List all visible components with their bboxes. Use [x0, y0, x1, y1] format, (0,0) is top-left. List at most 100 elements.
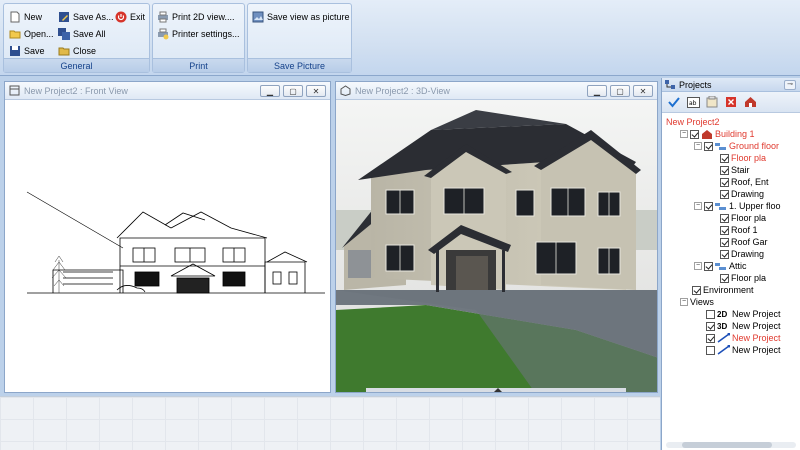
- maximize-button[interactable]: ▢: [283, 85, 303, 97]
- tree-item-ground-floor[interactable]: − Ground floor: [662, 140, 800, 152]
- printer-settings-button[interactable]: Printer settings...: [157, 26, 240, 41]
- tree-item-ground-drawing[interactable]: Drawing: [662, 188, 800, 200]
- attic-label: Attic: [729, 261, 747, 271]
- tree-item-label: Stair: [731, 165, 750, 175]
- 3d-view-canvas[interactable]: [336, 100, 657, 392]
- tree-item-roof-ent[interactable]: Roof, Ent: [662, 176, 800, 188]
- printer-settings-icon: [158, 28, 169, 39]
- view-checkbox[interactable]: [706, 309, 715, 319]
- front-view-titlebar[interactable]: New Project2 : Front View ▁ ▢ ✕: [5, 82, 330, 100]
- tree-item-upper-floor-plan[interactable]: Floor pla: [662, 212, 800, 224]
- maximize-button[interactable]: ▢: [610, 85, 630, 97]
- item-checkbox[interactable]: [720, 153, 729, 163]
- collapse-icon[interactable]: −: [680, 130, 688, 138]
- tree-item-stair[interactable]: Stair: [662, 164, 800, 176]
- item-checkbox[interactable]: [720, 165, 729, 175]
- building-label: Building 1: [715, 129, 755, 139]
- ribbon-group-print-caption: Print: [153, 58, 244, 72]
- collapse-icon[interactable]: −: [680, 298, 688, 306]
- projects-icon: [665, 79, 675, 89]
- front-view-title: New Project2 : Front View: [24, 85, 128, 96]
- tree-item-attic-plan[interactable]: Floor pla: [662, 272, 800, 284]
- tree-item-environment[interactable]: Environment: [662, 284, 800, 296]
- save-all-button[interactable]: Save All: [58, 26, 106, 41]
- pin-button[interactable]: ⊸: [784, 80, 796, 90]
- tree-item-view-2d[interactable]: 2D New Project: [662, 308, 800, 320]
- picture-icon: [252, 11, 264, 22]
- item-checkbox[interactable]: [720, 249, 729, 259]
- front-view-canvas[interactable]: [5, 100, 330, 392]
- 3d-house-render: [336, 100, 657, 392]
- environment-label: Environment: [703, 285, 754, 295]
- save-all-icon: [58, 27, 70, 40]
- tree-item-project[interactable]: New Project2: [662, 116, 800, 128]
- tree-item-view-section[interactable]: New Project: [662, 344, 800, 356]
- print-2d-view-button[interactable]: Print 2D view....: [157, 9, 235, 24]
- 3d-view-titlebar[interactable]: New Project2 : 3D-View ▁ ▢ ✕: [336, 82, 657, 100]
- tree-item-views[interactable]: − Views: [662, 296, 800, 308]
- tree-item-upper-drawing[interactable]: Drawing: [662, 248, 800, 260]
- tree-item-upper-floor[interactable]: − 1. Upper floo: [662, 200, 800, 212]
- ground-floor-label: Ground floor: [729, 141, 780, 151]
- close-window-button[interactable]: ✕: [633, 85, 653, 97]
- minimize-button[interactable]: ▁: [587, 85, 607, 97]
- upper-floor-label: 1. Upper floo: [729, 201, 781, 211]
- item-checkbox[interactable]: [720, 213, 729, 223]
- view-type-tag: 3D: [717, 321, 728, 331]
- properties-tool-button[interactable]: [705, 95, 719, 109]
- tree-item-label: Drawing: [731, 189, 765, 199]
- maximize-icon: ▢: [289, 86, 297, 96]
- view-checkbox[interactable]: [706, 321, 715, 331]
- ground-floor-checkbox[interactable]: [704, 141, 713, 151]
- item-checkbox[interactable]: [720, 177, 729, 187]
- item-checkbox[interactable]: [720, 225, 729, 235]
- tree-item-building[interactable]: − Building 1: [662, 128, 800, 140]
- upper-floor-checkbox[interactable]: [704, 201, 713, 211]
- tree-item-attic[interactable]: − Attic: [662, 260, 800, 272]
- check-tool-button[interactable]: [667, 95, 681, 109]
- 3d-view-window[interactable]: New Project2 : 3D-View ▁ ▢ ✕: [335, 81, 658, 393]
- item-checkbox[interactable]: [720, 237, 729, 247]
- save-button[interactable]: Save: [9, 43, 45, 58]
- view-checkbox[interactable]: [706, 333, 715, 343]
- tree-item-label: Floor pla: [731, 213, 767, 223]
- floor-stack-icon: [715, 142, 726, 150]
- save-view-as-picture-button[interactable]: Save view as picture: [252, 9, 350, 24]
- close-folder-icon: [58, 47, 70, 55]
- scrollbar-thumb[interactable]: [682, 442, 772, 448]
- close-icon: ✕: [312, 86, 320, 96]
- close-button[interactable]: Close: [58, 43, 96, 58]
- minimize-button[interactable]: ▁: [260, 85, 280, 97]
- building-checkbox[interactable]: [690, 129, 699, 139]
- environment-checkbox[interactable]: [692, 285, 701, 295]
- front-view-window[interactable]: New Project2 : Front View ▁ ▢ ✕: [4, 81, 331, 393]
- tree-item-roof-gar[interactable]: Roof Gar: [662, 236, 800, 248]
- attic-checkbox[interactable]: [704, 261, 713, 271]
- add-building-tool-button[interactable]: [743, 95, 757, 109]
- workspace-background: [0, 396, 660, 450]
- tree-item-view-elevation[interactable]: New Project: [662, 332, 800, 344]
- item-checkbox[interactable]: [720, 189, 729, 199]
- properties-icon: [706, 96, 718, 108]
- item-checkbox[interactable]: [720, 273, 729, 283]
- collapse-icon[interactable]: −: [694, 202, 702, 210]
- exit-button-label: Exit: [130, 11, 146, 22]
- collapse-icon[interactable]: −: [694, 142, 702, 150]
- exit-button[interactable]: Exit: [115, 9, 145, 24]
- horizontal-scrollbar[interactable]: [666, 442, 796, 448]
- collapse-icon[interactable]: −: [694, 262, 702, 270]
- maximize-icon: ▢: [616, 86, 624, 96]
- save-as-button[interactable]: Save As...: [58, 9, 114, 24]
- tree-item-roof-1[interactable]: Roof 1: [662, 224, 800, 236]
- rename-tool-button[interactable]: ab: [686, 95, 700, 109]
- close-window-button[interactable]: ✕: [306, 85, 326, 97]
- front-elevation-drawing: [26, 191, 325, 294]
- tree-item-label: Drawing: [731, 249, 765, 259]
- new-button[interactable]: New: [9, 9, 42, 24]
- open-button[interactable]: Open...: [9, 26, 54, 41]
- tree-item-ground-floor-plan[interactable]: Floor pla: [662, 152, 800, 164]
- view-checkbox[interactable]: [706, 345, 715, 355]
- tree-item-view-3d[interactable]: 3D New Project: [662, 320, 800, 332]
- building-icon: [702, 129, 712, 139]
- delete-tool-button[interactable]: [724, 95, 738, 109]
